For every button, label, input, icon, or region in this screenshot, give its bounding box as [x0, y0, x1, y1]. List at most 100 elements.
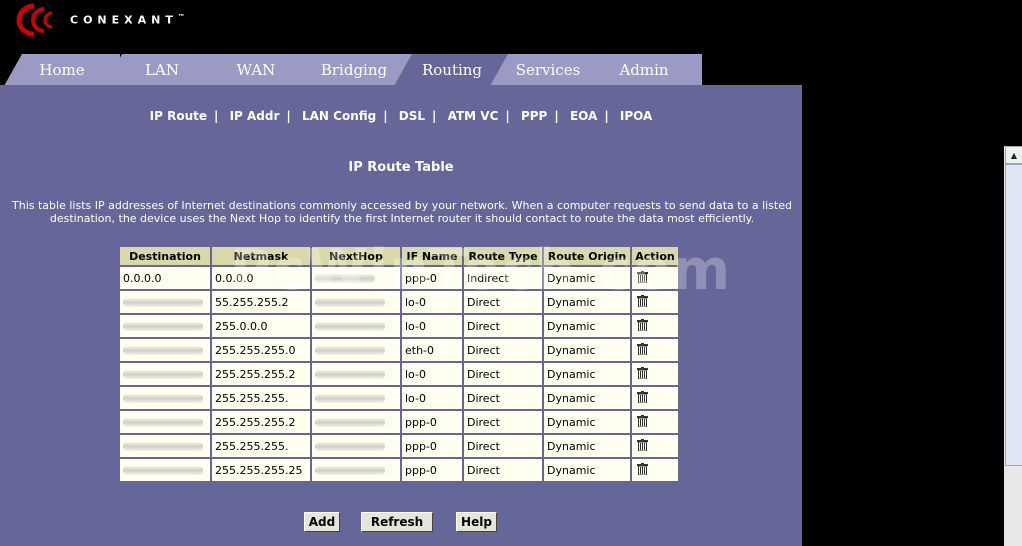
- tab-wan[interactable]: WAN: [198, 54, 314, 86]
- table-row: 55.255.255.2 lo-0 Direct Dynamic: [120, 291, 678, 313]
- cell-if-name: lo-0: [402, 315, 462, 337]
- cell-nexthop: [312, 387, 400, 409]
- cell-route-origin: Dynamic: [544, 387, 630, 409]
- redacted-value: [123, 346, 203, 355]
- subnav-eoa[interactable]: EOA: [570, 109, 597, 123]
- cell-if-name: ppp-0: [402, 267, 462, 289]
- redacted-value: [123, 298, 203, 307]
- cell-action: [632, 339, 678, 361]
- cell-netmask: 255.255.255.2: [212, 411, 310, 433]
- table-row: 255.255.255. lo-0 Direct Dynamic: [120, 387, 678, 409]
- tab-home[interactable]: Home: [4, 54, 120, 86]
- cell-if-name: ppp-0: [402, 459, 462, 481]
- cell-netmask: 255.255.255.0: [212, 339, 310, 361]
- header-destination: Destination: [120, 247, 210, 265]
- redacted-value: [315, 298, 385, 307]
- cell-netmask: 255.255.255.25: [212, 459, 310, 481]
- cell-route-type: Direct: [464, 435, 542, 457]
- header-route-origin: Route Origin: [544, 247, 630, 265]
- cell-route-origin: Dynamic: [544, 435, 630, 457]
- table-row: 255.255.255.2 ppp-0 Direct Dynamic: [120, 411, 678, 433]
- table-row: 255.255.255.25 ppp-0 Direct Dynamic: [120, 459, 678, 481]
- cell-action: [632, 291, 678, 313]
- scroll-thumb[interactable]: [1005, 164, 1022, 466]
- trash-icon[interactable]: [637, 294, 648, 307]
- routing-subnav: IP Route | IP Addr | LAN Config | DSL | ATM …: [149, 109, 653, 123]
- subnav-dsl[interactable]: DSL: [399, 109, 425, 123]
- scroll-up-icon[interactable]: ▲: [1005, 146, 1022, 164]
- trash-icon[interactable]: [637, 438, 648, 451]
- redacted-value: [315, 370, 385, 379]
- subnav-ip-addr[interactable]: IP Addr: [230, 109, 280, 123]
- subnav-ip-route[interactable]: IP Route: [150, 109, 207, 123]
- cell-netmask: 255.0.0.0: [212, 315, 310, 337]
- cell-netmask: 255.255.255.: [212, 387, 310, 409]
- subnav-ipoa[interactable]: IPOA: [620, 109, 652, 123]
- trash-icon[interactable]: [637, 414, 648, 427]
- table-row: 0.0.0.0 0.0.0.0 ppp-0 Indirect Dynamic: [120, 267, 678, 289]
- tab-bridging[interactable]: Bridging: [296, 54, 412, 86]
- redacted-value: [315, 394, 385, 403]
- tab-services[interactable]: Services: [490, 54, 606, 86]
- route-rows: 0.0.0.0 0.0.0.0 ppp-0 Indirect Dynamic 55.255…: [120, 267, 678, 481]
- header-route-type: Route Type: [464, 247, 542, 265]
- cell-route-type: Direct: [464, 363, 542, 385]
- cell-netmask: 255.255.255.2: [212, 363, 310, 385]
- tab-admin[interactable]: Admin: [586, 54, 702, 86]
- cell-if-name: lo-0: [402, 363, 462, 385]
- trash-icon[interactable]: [637, 390, 648, 403]
- table-row: 255.255.255.2 lo-0 Direct Dynamic: [120, 363, 678, 385]
- cell-action: [632, 435, 678, 457]
- cell-nexthop: [312, 363, 400, 385]
- trash-icon[interactable]: [637, 318, 648, 331]
- vertical-scrollbar[interactable]: ▲: [1004, 146, 1022, 546]
- main-tabs: Home LAN WAN Bridging Routing Services A…: [0, 54, 802, 86]
- subnav-ppp[interactable]: PPP: [521, 109, 547, 123]
- help-button[interactable]: Help: [456, 512, 497, 532]
- tab-routing[interactable]: Routing: [394, 54, 510, 86]
- cell-route-origin: Dynamic: [544, 315, 630, 337]
- conexant-logo: CONEXANT™: [4, 3, 244, 37]
- cell-if-name: lo-0: [402, 291, 462, 313]
- cell-nexthop: [312, 339, 400, 361]
- cell-route-type: Direct: [464, 387, 542, 409]
- cell-if-name: lo-0: [402, 387, 462, 409]
- brand-name: CONEXANT™: [70, 13, 185, 27]
- cell-route-origin: Dynamic: [544, 411, 630, 433]
- cell-route-type: Direct: [464, 459, 542, 481]
- cell-nexthop: [312, 459, 400, 481]
- redacted-value: [123, 466, 203, 475]
- redacted-value: [315, 274, 375, 283]
- add-button[interactable]: Add: [304, 512, 340, 532]
- cell-route-origin: Dynamic: [544, 363, 630, 385]
- cell-action: [632, 459, 678, 481]
- redacted-value: [123, 442, 203, 451]
- subnav-lan-config[interactable]: LAN Config: [302, 109, 376, 123]
- page-description: This table lists IP addresses of Interne…: [12, 199, 792, 225]
- refresh-button[interactable]: Refresh: [361, 512, 433, 532]
- cell-destination: [120, 315, 210, 337]
- trash-icon[interactable]: [637, 366, 648, 379]
- cell-nexthop: [312, 315, 400, 337]
- redacted-value: [315, 418, 385, 427]
- trash-icon[interactable]: [637, 270, 648, 283]
- trash-icon[interactable]: [637, 342, 648, 355]
- cell-route-origin: Dynamic: [544, 339, 630, 361]
- content-panel: IP Route | IP Addr | LAN Config | DSL | ATM …: [0, 85, 802, 546]
- cell-nexthop: [312, 267, 400, 289]
- subnav-atm-vc[interactable]: ATM VC: [448, 109, 499, 123]
- redacted-value: [123, 322, 203, 331]
- cell-route-origin: Dynamic: [544, 459, 630, 481]
- cell-route-type: Direct: [464, 411, 542, 433]
- cell-action: [632, 363, 678, 385]
- cell-action: [632, 411, 678, 433]
- cell-destination: 0.0.0.0: [120, 267, 210, 289]
- cell-route-origin: Dynamic: [544, 267, 630, 289]
- header-netmask: Netmask: [212, 247, 310, 265]
- cell-if-name: ppp-0: [402, 411, 462, 433]
- cell-action: [632, 315, 678, 337]
- redacted-value: [315, 466, 385, 475]
- redacted-value: [315, 322, 385, 331]
- cell-if-name: ppp-0: [402, 435, 462, 457]
- trash-icon[interactable]: [637, 462, 648, 475]
